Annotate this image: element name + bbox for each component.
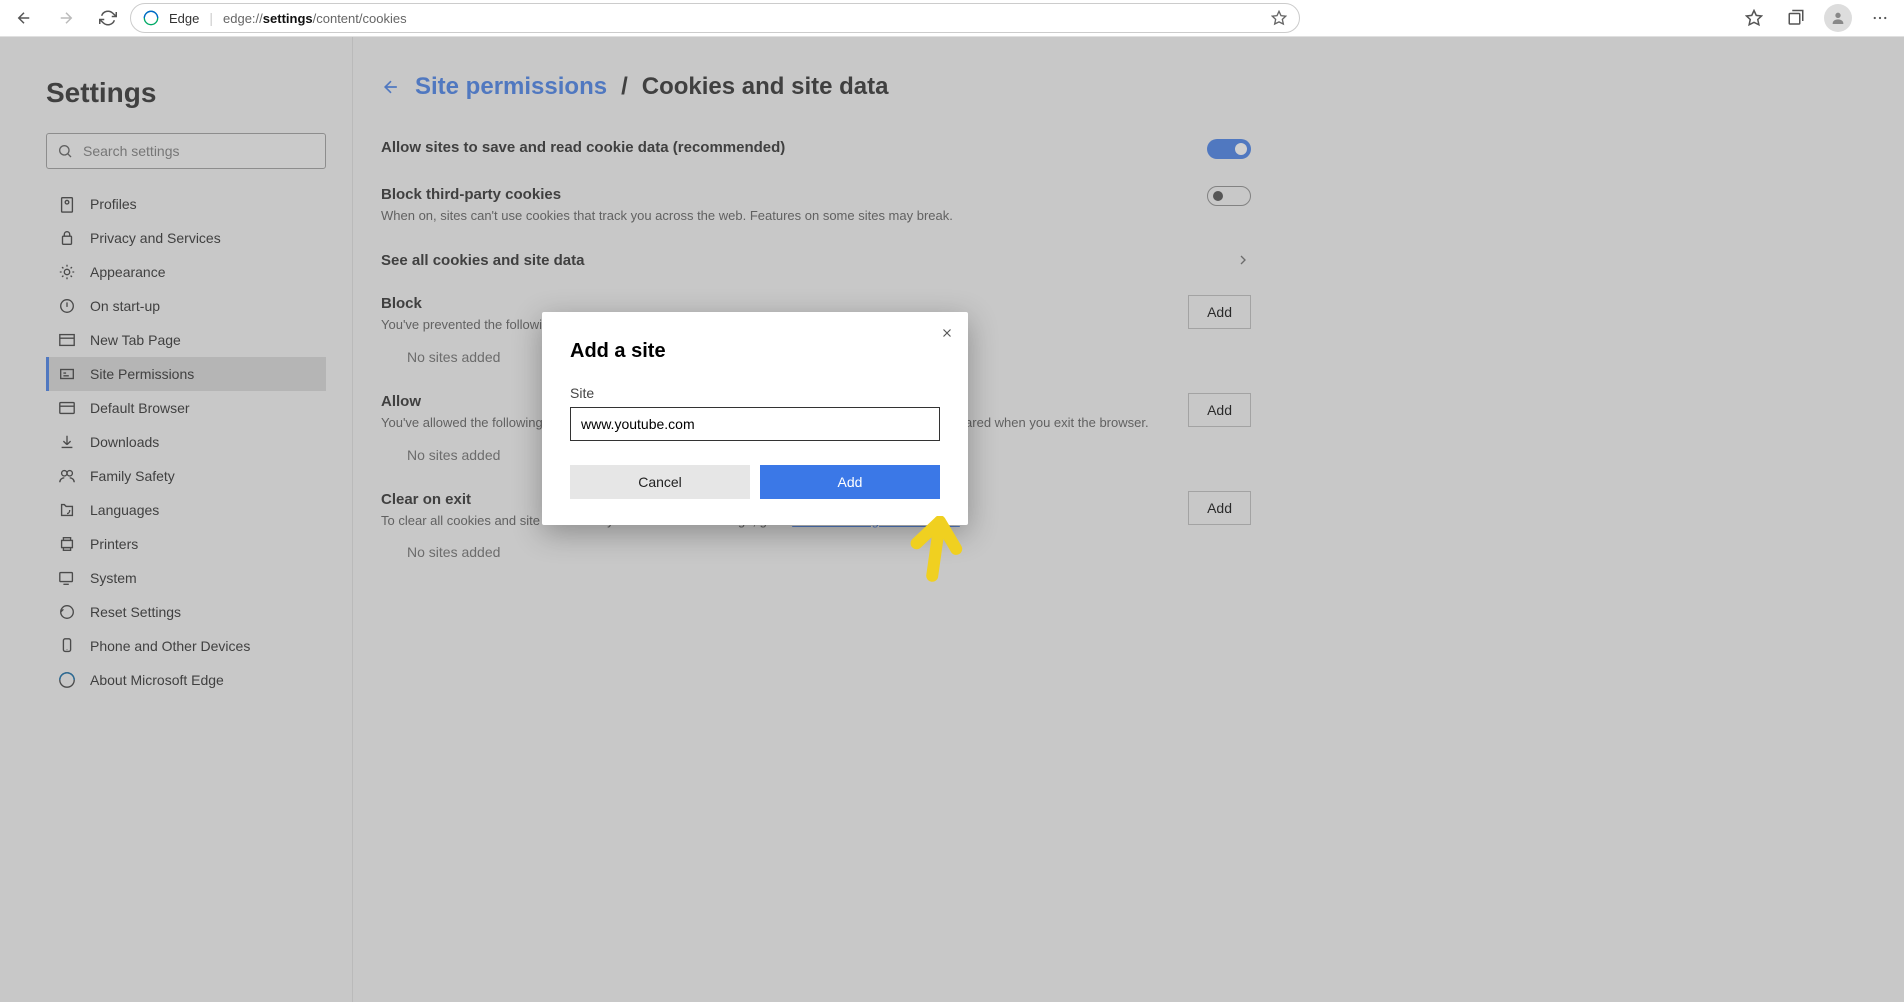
profile-button[interactable] [1818, 2, 1858, 34]
add-site-dialog: Add a site Site Cancel Add [542, 312, 968, 525]
favorites-button[interactable] [1734, 2, 1774, 34]
refresh-icon [99, 9, 117, 27]
browser-toolbar: Edge | edge://settings/content/cookies [0, 0, 1904, 37]
edge-logo-icon [143, 10, 159, 26]
arrow-left-icon [15, 9, 33, 27]
dialog-site-input[interactable] [570, 407, 940, 441]
more-button[interactable] [1860, 2, 1900, 34]
forward-button[interactable] [46, 2, 86, 34]
refresh-button[interactable] [88, 2, 128, 34]
collections-icon [1787, 9, 1805, 27]
address-bar[interactable]: Edge | edge://settings/content/cookies [130, 3, 1300, 33]
dialog-add-button[interactable]: Add [760, 465, 940, 499]
address-url: edge://settings/content/cookies [223, 11, 407, 26]
dialog-close-button[interactable] [940, 326, 954, 345]
addr-separator: | [209, 10, 213, 26]
star-lines-icon [1745, 9, 1763, 27]
avatar-icon [1824, 4, 1852, 32]
more-horizontal-icon [1871, 9, 1889, 27]
annotation-arrow-icon [900, 516, 970, 596]
back-button[interactable] [4, 2, 44, 34]
app-name: Edge [169, 11, 199, 26]
collections-button[interactable] [1776, 2, 1816, 34]
dialog-title: Add a site [570, 340, 940, 363]
dialog-site-label: Site [570, 385, 940, 401]
close-icon [940, 326, 954, 340]
arrow-right-icon [57, 9, 75, 27]
dialog-cancel-button[interactable]: Cancel [570, 465, 750, 499]
star-icon[interactable] [1271, 10, 1287, 26]
